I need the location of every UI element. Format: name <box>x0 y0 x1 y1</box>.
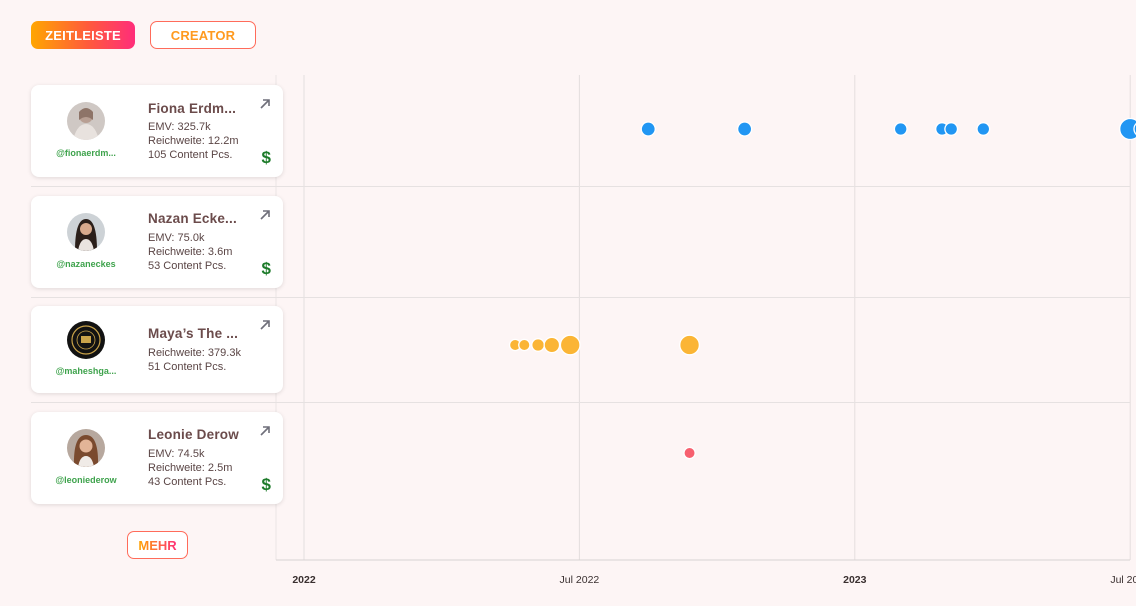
content-dot[interactable] <box>893 122 908 136</box>
row-divider <box>31 186 1130 187</box>
creator-card-maya[interactable]: @maheshga... Maya’s The ... Reichweite: … <box>31 306 283 393</box>
creator-card-nazan[interactable]: @nazaneckes Nazan Ecke... EMV: 75.0k Rei… <box>31 196 283 288</box>
more-button[interactable]: MEHR <box>127 531 188 559</box>
x-axis-tick-label: 2023 <box>843 574 867 586</box>
more-button-label: MEHR <box>138 537 177 553</box>
content-dot[interactable] <box>531 338 546 352</box>
content-dot[interactable] <box>976 122 991 136</box>
open-external-icon[interactable] <box>258 424 272 438</box>
open-external-icon[interactable] <box>258 208 272 222</box>
dollar-icon: $ <box>261 259 271 278</box>
content-dot[interactable] <box>679 334 701 356</box>
creator-name: Leonie Derow <box>148 427 239 442</box>
creator-content-count: 53 Content Pcs. <box>148 260 227 272</box>
x-axis-tick-label: 2022 <box>292 574 316 586</box>
creator-handle[interactable]: @fionaerdm... <box>31 148 141 158</box>
creator-reach: Reichweite: 3.6m <box>148 246 233 258</box>
content-dot[interactable] <box>944 122 959 136</box>
dollar-icon: $ <box>261 148 271 167</box>
creator-name: Fiona Erdm... <box>148 101 237 116</box>
row-divider <box>31 297 1130 298</box>
creator-emv: EMV: 75.0k <box>148 232 205 244</box>
open-external-icon[interactable] <box>258 97 272 111</box>
creator-content-count: 51 Content Pcs. <box>148 361 227 373</box>
creator-handle[interactable]: @maheshga... <box>31 366 141 376</box>
creator-reach: Reichweite: 12.2m <box>148 135 239 147</box>
creator-reach: Reichweite: 379.3k <box>148 347 241 359</box>
creator-reach: Reichweite: 2.5m <box>148 462 233 474</box>
avatar <box>67 213 105 251</box>
creator-handle[interactable]: @nazaneckes <box>31 259 141 269</box>
creator-content-count: 43 Content Pcs. <box>148 476 227 488</box>
content-dot[interactable] <box>640 121 656 137</box>
content-dot[interactable] <box>543 336 561 354</box>
avatar <box>67 321 105 359</box>
content-dot[interactable] <box>736 121 753 137</box>
creator-name: Maya’s The ... <box>148 326 239 341</box>
avatar <box>67 429 105 467</box>
creator-emv: EMV: 74.5k <box>148 448 205 460</box>
open-external-icon[interactable] <box>258 318 272 332</box>
x-axis-tick-label: Jul 2023 <box>1110 574 1136 586</box>
creator-name: Nazan Ecke... <box>148 211 237 226</box>
creator-card-leonie[interactable]: @leoniederow Leonie Derow EMV: 74.5k Rei… <box>31 412 283 504</box>
content-dot[interactable] <box>559 334 581 356</box>
dollar-icon: $ <box>261 475 271 494</box>
creator-emv: EMV: 325.7k <box>148 121 211 133</box>
creator-card-fiona[interactable]: @fionaerdm... Fiona Erdm... EMV: 325.7k … <box>31 85 283 177</box>
content-dot[interactable] <box>683 446 696 460</box>
avatar <box>67 102 105 140</box>
row-divider <box>31 402 1130 403</box>
content-dot[interactable] <box>518 338 531 352</box>
creator-content-count: 105 Content Pcs. <box>148 149 233 161</box>
x-axis-tick-label: Jul 2022 <box>560 574 600 586</box>
creator-handle[interactable]: @leoniederow <box>31 475 141 485</box>
